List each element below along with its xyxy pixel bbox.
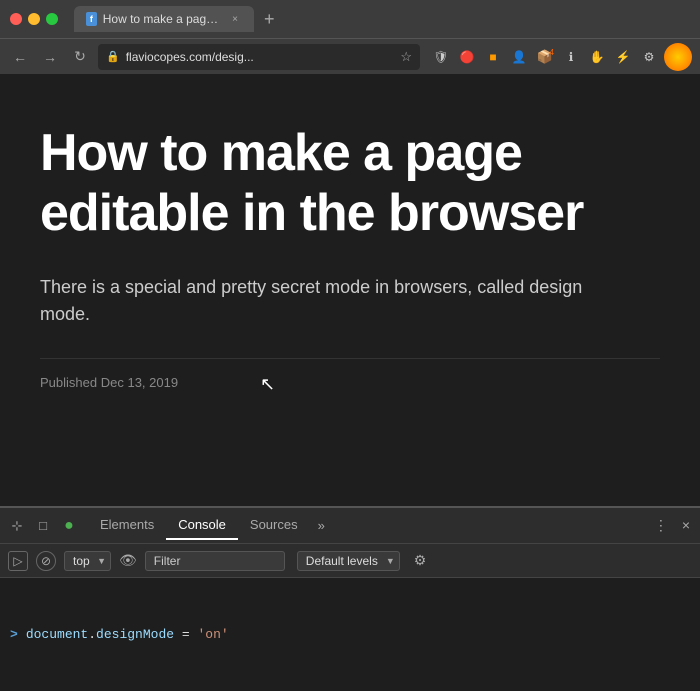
published-date: Dec 13, 2019 (101, 375, 178, 390)
code-document: document (26, 627, 88, 642)
console-eye-icon[interactable]: 👁 (119, 552, 137, 569)
address-bar[interactable] (126, 50, 395, 64)
context-select[interactable]: top (64, 551, 111, 571)
page-published: Published Dec 13, 2019 (40, 358, 660, 390)
active-tab[interactable]: f How to make a page editable × (74, 6, 254, 32)
ext-emoji1-icon[interactable]: ✋ (586, 46, 608, 68)
code-dot: . (88, 627, 96, 642)
minimize-traffic-light[interactable] (28, 13, 40, 25)
devtools-actions: ⋮ × (650, 517, 694, 534)
devtools-tab-bar: ⊹ □ ● Elements Console Sources » ⋮ × (0, 508, 700, 544)
devtools-box-icon[interactable]: □ (32, 515, 54, 537)
ext-orange-icon[interactable]: ■ (482, 46, 504, 68)
devtools-panel: ⊹ □ ● Elements Console Sources » ⋮ × ▷ ⊘ (0, 506, 700, 691)
address-bar-wrapper[interactable]: 🔒 ☆ (98, 44, 420, 70)
filter-input-wrapper[interactable]: Filter (145, 551, 285, 571)
levels-select[interactable]: Default levels (297, 551, 400, 571)
ext-shield-icon[interactable]: 🛡 (430, 46, 452, 68)
devtools-green-icon[interactable]: ● (58, 515, 80, 537)
browser-window: f How to make a page editable × + ← → ↻ … (0, 0, 700, 691)
tab-console[interactable]: Console (166, 511, 238, 540)
devtools-vertical-dots[interactable]: ⋮ (650, 517, 672, 534)
bookmark-star-icon[interactable]: ☆ (400, 49, 412, 65)
reload-button[interactable]: ↻ (68, 45, 92, 69)
tab-sources[interactable]: Sources (238, 511, 310, 540)
devtools-close-button[interactable]: × (678, 517, 694, 534)
console-gear-icon[interactable]: ⚙ (414, 552, 427, 569)
nav-bar: ← → ↻ 🔒 ☆ 🛡 🔴 ■ 👤 📦4 ℹ ✋ ⚡ ⚙ (0, 38, 700, 74)
code-value: 'on' (197, 627, 228, 642)
code-equals: = (174, 627, 197, 642)
devtools-more-tabs[interactable]: » (310, 518, 333, 533)
console-stop-button[interactable]: ⊘ (36, 551, 56, 571)
close-traffic-light[interactable] (10, 13, 22, 25)
maximize-traffic-light[interactable] (46, 13, 58, 25)
ext-user-icon[interactable]: 👤 (508, 46, 530, 68)
ext-logo-icon[interactable] (664, 43, 692, 71)
tab-title: How to make a page editable (103, 12, 222, 26)
console-toolbar: ▷ ⊘ top ▼ 👁 Filter Default levels ▼ ⚙ (0, 544, 700, 578)
lock-icon: 🔒 (106, 50, 120, 63)
tab-bar: f How to make a page editable × + (74, 6, 281, 32)
ext-badge-icon[interactable]: 📦4 (534, 46, 556, 68)
extensions-area: 🛡 🔴 ■ 👤 📦4 ℹ ✋ ⚡ ⚙ (430, 43, 692, 71)
published-label: Published (40, 375, 97, 390)
ext-privacy-icon[interactable]: 🔴 (456, 46, 478, 68)
tab-close-button[interactable]: × (228, 12, 242, 26)
back-button[interactable]: ← (8, 45, 32, 69)
tab-favicon: f (86, 12, 97, 26)
code-designmode: designMode (96, 627, 174, 642)
ext-settings-icon[interactable]: ⚙ (638, 46, 660, 68)
title-bar: f How to make a page editable × + (0, 0, 700, 38)
forward-button[interactable]: → (38, 45, 62, 69)
devtools-tool-icons: ⊹ □ ● (6, 515, 80, 537)
page-title: How to make a page editable in the brows… (40, 124, 660, 244)
page-content: How to make a page editable in the brows… (0, 74, 700, 506)
console-run-button[interactable]: ▷ (8, 551, 28, 571)
levels-select-wrapper: Default levels ▼ (297, 551, 400, 571)
ext-info-icon[interactable]: ℹ (560, 46, 582, 68)
devtools-cursor-icon[interactable]: ⊹ (6, 515, 28, 537)
new-tab-button[interactable]: + (258, 9, 281, 30)
console-output: > document.designMode = 'on' (0, 578, 700, 691)
page-subtitle: There is a special and pretty secret mod… (40, 274, 600, 328)
tab-elements[interactable]: Elements (88, 511, 166, 540)
console-prompt: > (10, 627, 18, 642)
console-code-line[interactable]: document.designMode = 'on' (26, 627, 229, 642)
traffic-lights (10, 13, 58, 25)
ext-emoji2-icon[interactable]: ⚡ (612, 46, 634, 68)
filter-label: Filter (154, 554, 181, 568)
context-select-wrapper: top ▼ (64, 551, 111, 571)
